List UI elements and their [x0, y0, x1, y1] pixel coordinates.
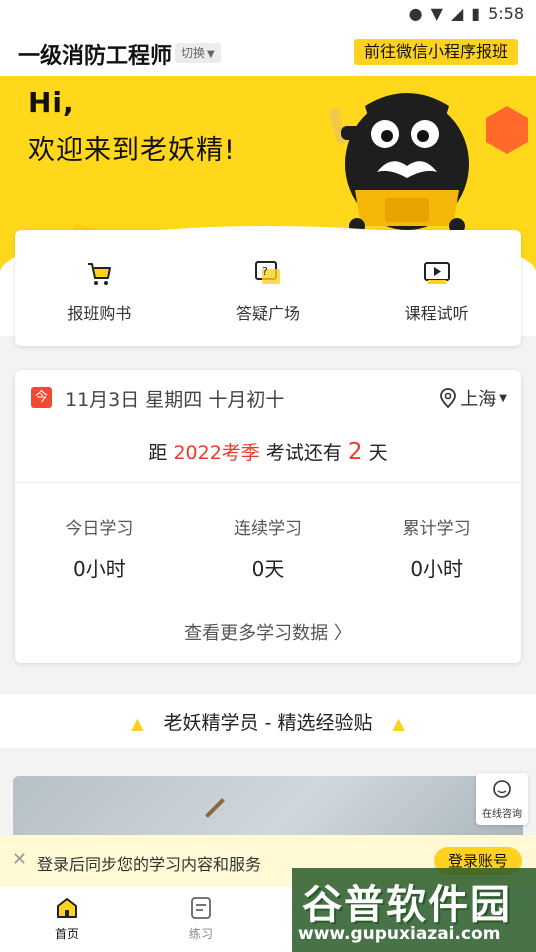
pencil-illustration — [205, 798, 225, 818]
watermark-text: 谷普软件园 — [302, 882, 512, 928]
stat-total: 累计学习 0小时 — [352, 514, 521, 582]
location-label: 上海 — [460, 389, 497, 410]
video-play-icon — [423, 262, 450, 284]
greeting-hi: Hi, — [28, 86, 75, 119]
quick-action-trial[interactable]: 课程试听 — [352, 230, 521, 346]
stat-today: 今日学习 0小时 — [15, 514, 184, 582]
more-study-data-link[interactable]: 查看更多学习数据 〉 — [15, 619, 521, 645]
countdown-season: 2022考季 — [173, 442, 260, 464]
location-status-icon: ● — [408, 4, 423, 23]
question-chat-icon: ? — [255, 261, 280, 284]
nav-label: 首页 — [54, 927, 79, 941]
app-header: 一级消防工程师 切换 ▼ 前往微信小程序报班 — [0, 28, 536, 76]
status-bar: ● ▼ ◢ ▮ 5:58 — [0, 0, 536, 28]
quick-actions-card: 报班购书 ? 答疑广场 课程试听 — [15, 230, 521, 346]
study-stats: 今日学习 0小时 连续学习 0天 累计学习 0小时 — [15, 514, 521, 582]
signal-icon: ◢ — [450, 4, 464, 23]
stat-streak: 连续学习 0天 — [184, 514, 353, 582]
login-message: 登录后同步您的学习内容和服务 — [37, 855, 262, 874]
stat-label: 今日学习 — [65, 519, 134, 539]
quick-action-enroll[interactable]: 报班购书 — [15, 230, 184, 346]
online-consult-button[interactable]: 在线咨询 — [476, 773, 528, 825]
today-badge: 今 — [31, 387, 52, 408]
divider — [15, 482, 521, 483]
svg-text:?: ? — [262, 265, 268, 278]
countdown-suffix: 天 — [368, 442, 388, 464]
quick-action-qa[interactable]: ? 答疑广场 — [184, 230, 353, 346]
nav-label: 练习 — [188, 927, 213, 941]
watermark: 谷普软件园 www.gupuxiazai.com — [292, 868, 536, 952]
wifi-icon: ▼ — [430, 4, 443, 23]
stat-value: 0小时 — [72, 557, 126, 581]
stat-value: 0天 — [251, 557, 285, 581]
switch-label: 切换 — [181, 46, 206, 60]
countdown-middle: 考试还有 — [265, 442, 342, 464]
consult-label: 在线咨询 — [482, 809, 522, 820]
location-selector[interactable]: 上海 ▼ — [439, 385, 507, 411]
quick-action-label: 报班购书 — [67, 304, 132, 323]
chevron-up-icon: ▲ — [392, 714, 405, 733]
status-time: 5:58 — [488, 4, 524, 23]
stat-label: 累计学习 — [402, 519, 471, 539]
shopping-cart-icon — [88, 263, 112, 285]
practice-icon — [191, 897, 211, 919]
caret-down-icon: ▼ — [499, 392, 507, 404]
chevron-up-icon: ▲ — [131, 714, 144, 733]
stat-label: 连续学习 — [234, 519, 302, 539]
date-text: 11月3日 星期四 十月初十 — [65, 389, 285, 411]
nav-item-practice[interactable]: 练习 — [134, 887, 268, 952]
switch-exam-button[interactable]: 切换 ▼ — [175, 43, 221, 63]
caret-down-icon: ▼ — [207, 49, 215, 60]
countdown-prefix: 距 — [148, 442, 168, 464]
nav-item-home[interactable]: 首页 — [0, 887, 134, 952]
stat-value: 0小时 — [410, 557, 464, 581]
exam-title: 一级消防工程师 — [18, 44, 173, 69]
study-info-card: 今 11月3日 星期四 十月初十 上海 ▼ 距 2022考季 考试还有 2 天 … — [15, 370, 521, 663]
quick-action-label: 课程试听 — [404, 304, 469, 323]
countdown-days: 2 — [347, 439, 363, 465]
location-pin-icon — [440, 388, 457, 408]
wechat-miniprogram-button[interactable]: 前往微信小程序报班 — [353, 39, 518, 65]
experience-section-header: ▲ 老妖精学员 - 精选经验贴 ▲ — [0, 694, 536, 748]
watermark-url: www.gupuxiazai.com — [298, 924, 501, 944]
greeting-welcome: 欢迎来到老妖精! — [28, 135, 236, 166]
hexagon-decoration — [486, 106, 528, 154]
exam-countdown: 距 2022考季 考试还有 2 天 — [15, 438, 521, 465]
close-icon[interactable]: ✕ — [12, 849, 27, 870]
battery-icon: ▮ — [471, 4, 481, 23]
section-title: 老妖精学员 - 精选经验贴 — [163, 712, 373, 734]
home-icon — [57, 898, 77, 918]
mascot-illustration — [329, 93, 469, 234]
quick-action-label: 答疑广场 — [236, 304, 301, 323]
chat-bubble-icon — [493, 780, 511, 798]
